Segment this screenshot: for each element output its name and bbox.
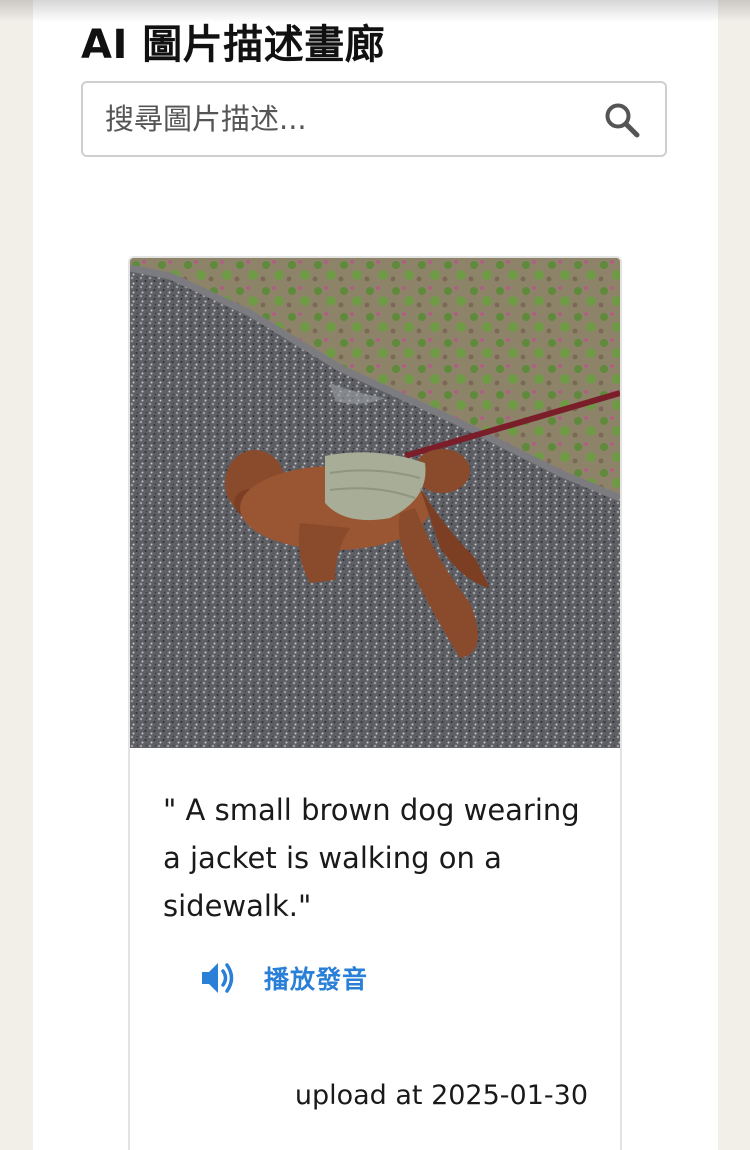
play-pronunciation-label: 播放發音 <box>264 965 369 994</box>
upload-date: upload at 2025-01-30 <box>294 1080 588 1111</box>
image-card: " A small brown dog wearing a jacket is … <box>128 256 622 1150</box>
top-shadow <box>0 0 750 22</box>
search-input[interactable] <box>105 83 595 155</box>
search-icon[interactable] <box>603 101 641 139</box>
speaker-icon <box>202 963 234 993</box>
search-bar[interactable] <box>81 81 667 157</box>
image-caption: " A small brown dog wearing a jacket is … <box>163 793 580 923</box>
page-title: AI 圖片描述畫廊 <box>81 22 386 68</box>
card-photo <box>130 258 620 748</box>
page-container: AI 圖片描述畫廊 搜尋圖片描述... " A small brown dog … <box>33 0 718 1150</box>
play-pronunciation-button[interactable]: 播放發音 <box>198 958 368 998</box>
